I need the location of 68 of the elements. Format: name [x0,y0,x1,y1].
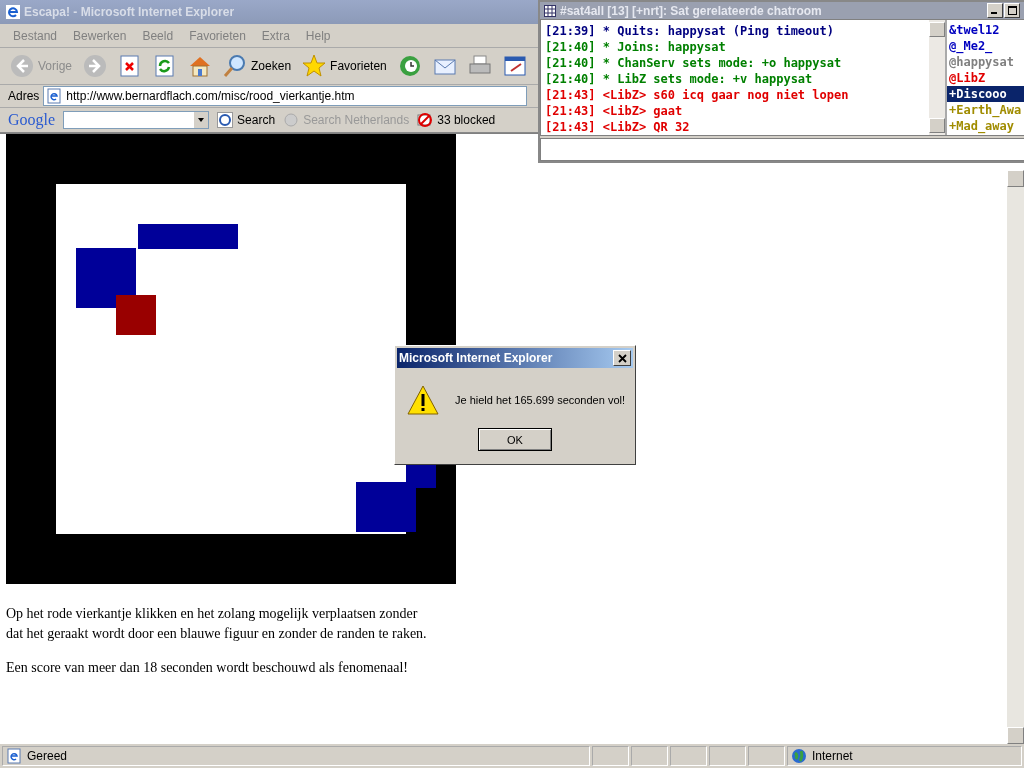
maximize-button[interactable] [1004,3,1020,19]
nick-item[interactable]: @_Me2_ [947,38,1024,55]
nick-item[interactable]: +Discooo [947,86,1024,103]
menu-item[interactable]: Bewerken [66,28,134,43]
nick-name: +Mad_away [949,119,1015,134]
toolbar-button[interactable]: Favorieten [298,52,391,80]
nick-item[interactable]: +Earth_Awa [947,102,1024,119]
menu-item[interactable]: Bestand [6,28,65,43]
edit-icon [502,54,527,78]
paragraph-line: Een score van meer dan 18 seconden wordt beschouwd als fenomenaal! [6,659,409,677]
close-button[interactable] [613,350,631,366]
menu-item[interactable]: Help [298,28,338,43]
maximize-icon [1007,6,1017,16]
nick-item[interactable]: &twel12 [947,22,1024,39]
status-text: Gereed [27,749,68,763]
address-field[interactable]: http://www.bernardflach.com/misc/rood_vierkantje.htm [43,86,528,106]
chat-title: #sat4all [13] [+nrt]: Sat gerelateerde chatroom [560,3,823,18]
nick-item[interactable]: +Mad_away [947,118,1024,135]
nick-name: &twel12 [949,23,1000,38]
chat-scrollbar[interactable] [929,20,945,135]
toolbar-button[interactable]: Zoeken [219,52,296,80]
google-logo[interactable]: Google [8,111,56,129]
nick-name: @_Me2_ [949,39,993,54]
google-search-field[interactable] [63,111,210,129]
nick-name: +Discooo [949,87,1007,102]
paragraph-line: Op het rode vierkantje klikken en het zolang mogelijk verplaatsen zonder [6,605,419,623]
menu-item[interactable]: Extra [254,28,297,43]
dialog-message: Je hield het 165.699 seconden vol! [455,394,626,406]
status-pane [631,746,668,766]
status-pane [670,746,707,766]
nick-name: @happysat [949,55,1015,70]
status-pane [748,746,785,766]
status-pane [592,746,629,766]
chat-input-field[interactable] [540,137,1024,161]
chat-message: [21:40] * ChanServ sets mode: +o happysat [545,55,843,72]
nick-name: @LibZ [949,71,986,86]
chat-message: [21:43] <LibZ> QR 32 [545,119,691,135]
dialog-title: Microsoft Internet Explorer [399,351,553,365]
page-scrollbar[interactable] [1007,170,1024,744]
warning-icon [407,384,439,416]
chat-message: [21:43] <LibZ> s60 icq gaar nog niet lopen [545,87,850,104]
page-icon [46,88,63,104]
zone-text: Internet [812,749,853,763]
history-icon [397,54,422,78]
popup-blocker-button[interactable]: 33 blocked [417,112,496,128]
chat-message: [21:39] * Quits: happysat (Ping timeout) [545,23,835,40]
browser-logo-icon [5,4,21,20]
chat-message: [21:43] <LibZ> gaat [545,103,684,120]
search-button[interactable]: Search [217,112,276,128]
page-icon [6,748,22,764]
address-label: Adres [8,89,40,103]
status-pane [709,746,746,766]
dropdown-icon [194,112,209,128]
menu-item[interactable]: Beeld [135,28,181,43]
paragraph-line: dat het geraakt wordt door een blauwe figuur en zonder de randen te raken. [6,625,428,643]
chat-message: [21:40] * LibZ sets mode: +v happysat [545,71,814,88]
nick-item[interactable]: @LibZ [947,70,1024,87]
nick-item[interactable]: @happysat [947,54,1024,71]
close-icon [617,353,627,363]
chat-message: [21:40] * Joins: happysat [545,39,727,56]
menu-item[interactable]: Favorieten [182,28,253,43]
search-icon [223,54,248,78]
star-icon [302,54,327,78]
window-icon [544,4,556,17]
minimize-button[interactable] [987,3,1003,19]
window-title: Escapa! - Microsoft Internet Explorer [24,5,235,19]
ok-button[interactable]: OK [478,428,552,451]
blocked-icon [417,112,434,128]
